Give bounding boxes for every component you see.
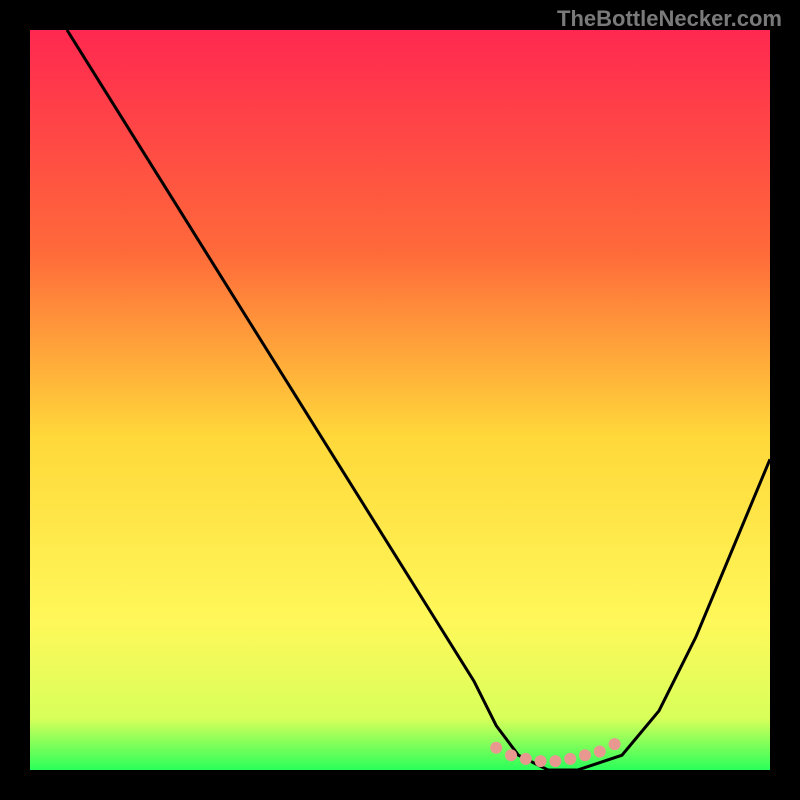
curve-layer bbox=[30, 30, 770, 770]
optimal-dot bbox=[564, 753, 576, 765]
watermark-text: TheBottleNecker.com bbox=[557, 6, 782, 32]
optimal-dot bbox=[490, 742, 502, 754]
optimal-dot bbox=[505, 749, 517, 761]
optimal-dot bbox=[579, 749, 591, 761]
optimal-dot bbox=[520, 753, 532, 765]
chart-area bbox=[30, 30, 770, 770]
bottleneck-curve bbox=[67, 30, 770, 770]
optimal-dot bbox=[609, 738, 621, 750]
optimal-dot bbox=[549, 755, 561, 767]
optimal-dot bbox=[535, 755, 547, 767]
optimal-dot bbox=[594, 746, 606, 758]
